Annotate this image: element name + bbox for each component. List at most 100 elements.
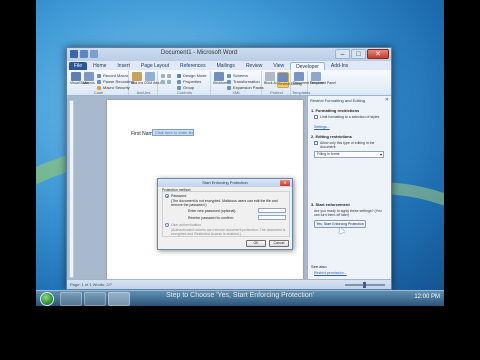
expansion-packs-icon xyxy=(227,85,231,90)
com-addins-icon xyxy=(145,72,155,81)
start-enforcement-text: Are you ready to apply these settings? (… xyxy=(314,209,382,217)
addins-icon xyxy=(132,72,142,81)
content-controls-row-2[interactable] xyxy=(161,79,171,84)
restrict-editing-label: Restrict Editing xyxy=(278,82,302,86)
protect-group-label: Protect xyxy=(270,90,283,95)
design-mode-icon xyxy=(177,73,181,78)
zoom-slider[interactable] xyxy=(345,282,385,288)
document-template-button[interactable]: Document Template xyxy=(293,72,324,88)
pane-close-button[interactable]: ✕ xyxy=(385,97,389,103)
structure-label: Structure xyxy=(213,81,228,85)
password-description: (The document is not encrypted. Maliciou… xyxy=(171,199,278,207)
checkbox-control-icon xyxy=(167,73,171,78)
tab-developer[interactable]: Developer xyxy=(290,62,325,70)
macros-label: Macros xyxy=(83,81,95,85)
ribbon: Visual Basic Macros Record Macro Pause R… xyxy=(67,70,391,96)
com-addins-button[interactable]: COM Add-Ins xyxy=(144,72,166,88)
document-panel-icon xyxy=(311,72,321,81)
video-caption: Step to Choose 'Yes, Start Enforcing Pro… xyxy=(166,292,314,299)
content-controls-row[interactable] xyxy=(161,73,171,78)
xml-group-label: XML xyxy=(232,90,241,95)
formatting-checkbox-label: Limit formatting to a selection of style… xyxy=(320,115,380,119)
editing-type-value: Filling in forms xyxy=(317,152,340,156)
window-title: Document1 - Microsoft Word xyxy=(160,50,238,56)
transformation-button[interactable]: Transformation xyxy=(227,79,260,84)
tab-references[interactable]: References xyxy=(175,62,211,70)
tab-page-layout[interactable]: Page Layout xyxy=(136,62,174,70)
confirm-password-input[interactable] xyxy=(258,215,286,220)
desktop: Document1 - Microsoft Word – □ ✕ File Ho… xyxy=(36,0,444,306)
visual-basic-button[interactable]: Visual Basic xyxy=(70,72,90,88)
editing-restrictions-heading: 2. Editing restrictions xyxy=(311,134,352,139)
start-enforcement-heading: 3. Start enforcement xyxy=(311,202,350,207)
addins-button[interactable]: Add-Ins xyxy=(131,72,143,88)
warning-icon xyxy=(97,85,101,90)
transformation-icon xyxy=(227,79,231,84)
settings-link[interactable]: Settings... xyxy=(314,125,330,129)
block-authors-button[interactable]: Block Authors xyxy=(264,72,285,88)
transformation-label: Transformation xyxy=(233,79,260,84)
dialog-close-button[interactable]: ✕ xyxy=(280,180,290,186)
tab-review[interactable]: Review xyxy=(241,62,267,70)
restrict-permission-link[interactable]: Restrict permission... xyxy=(314,271,347,275)
tab-view[interactable]: View xyxy=(268,62,289,70)
video-frame: Document1 - Microsoft Word – □ ✕ File Ho… xyxy=(0,0,480,360)
visual-basic-label: Visual Basic xyxy=(70,81,90,85)
date-control-icon xyxy=(167,79,171,84)
password-radio[interactable] xyxy=(165,194,169,198)
tab-insert[interactable]: Insert xyxy=(112,62,135,70)
dialog-title: Start Enforcing Protection xyxy=(202,180,248,185)
document-area: First Name: Click here to enter text. St… xyxy=(67,96,307,281)
properties-label: Properties xyxy=(183,79,202,84)
schema-icon xyxy=(227,73,231,78)
text-content-control[interactable]: Click here to enter text. xyxy=(152,129,194,136)
minimize-button[interactable]: – xyxy=(335,49,350,59)
ok-button[interactable]: OK xyxy=(246,240,266,247)
document-panel-button[interactable]: Document Panel xyxy=(310,72,336,88)
new-password-input[interactable] xyxy=(258,208,286,213)
enter-password-label: Enter new password (optional): xyxy=(188,209,237,213)
macros-button[interactable]: Macros xyxy=(83,72,95,88)
editing-type-dropdown[interactable]: Filling in forms ▾ xyxy=(314,151,384,158)
editing-checkbox[interactable] xyxy=(314,141,318,145)
reenter-password-label: Reenter password to confirm: xyxy=(188,216,234,220)
tab-file[interactable]: File xyxy=(69,62,88,70)
status-bar: Page: 1 of 1 Words: 2/7 xyxy=(67,279,391,289)
record-macro-button[interactable]: Record Macro xyxy=(97,73,128,78)
design-mode-button[interactable]: Design Mode xyxy=(177,73,207,78)
com-addins-label: COM Add-Ins xyxy=(144,81,166,85)
title-bar: Document1 - Microsoft Word – □ ✕ xyxy=(67,48,391,61)
design-mode-label: Design Mode xyxy=(183,73,207,78)
user-authentication-description: (Authenticated owners can remove documen… xyxy=(171,228,286,236)
code-group: Visual Basic Macros Record Macro Pause R… xyxy=(69,71,134,95)
controls-group: Design Mode Properties Group Controls xyxy=(159,71,211,95)
formatting-restrictions-heading: 1. Formatting restrictions xyxy=(311,108,360,113)
schema-label: Schema xyxy=(233,73,248,78)
see-also-heading: See also xyxy=(311,264,327,269)
close-button[interactable]: ✕ xyxy=(367,49,389,59)
properties-button[interactable]: Properties xyxy=(177,79,201,84)
structure-button[interactable]: Structure xyxy=(213,72,228,88)
structure-icon xyxy=(214,72,224,81)
cancel-button[interactable]: Cancel xyxy=(269,240,289,247)
group-icon xyxy=(177,85,181,90)
tab-add-ins[interactable]: Add-Ins xyxy=(326,62,353,70)
maximize-button[interactable]: □ xyxy=(351,49,366,59)
tab-home[interactable]: Home xyxy=(88,62,111,70)
restrict-editing-button[interactable]: Restrict Editing xyxy=(277,72,302,88)
tab-mailings[interactable]: Mailings xyxy=(212,62,240,70)
xml-group: Structure Schema Transformation Expansio… xyxy=(212,71,264,95)
ribbon-tabs: File Home Insert Page Layout References … xyxy=(67,61,391,70)
pause-recording-button[interactable]: Pause Recording xyxy=(97,79,134,84)
properties-icon xyxy=(177,79,181,84)
schema-button[interactable]: Schema xyxy=(227,73,248,78)
controls-group-label: Controls xyxy=(177,90,192,95)
chevron-down-icon: ▾ xyxy=(379,152,382,157)
password-option-label: Password xyxy=(171,194,187,198)
zoom-thumb[interactable] xyxy=(363,282,366,288)
user-authentication-radio[interactable] xyxy=(165,223,169,227)
window-controls: – □ ✕ xyxy=(335,49,389,59)
formatting-checkbox[interactable] xyxy=(314,115,318,119)
code-group-label: Code xyxy=(93,90,104,95)
restrict-editing-icon xyxy=(278,73,288,82)
